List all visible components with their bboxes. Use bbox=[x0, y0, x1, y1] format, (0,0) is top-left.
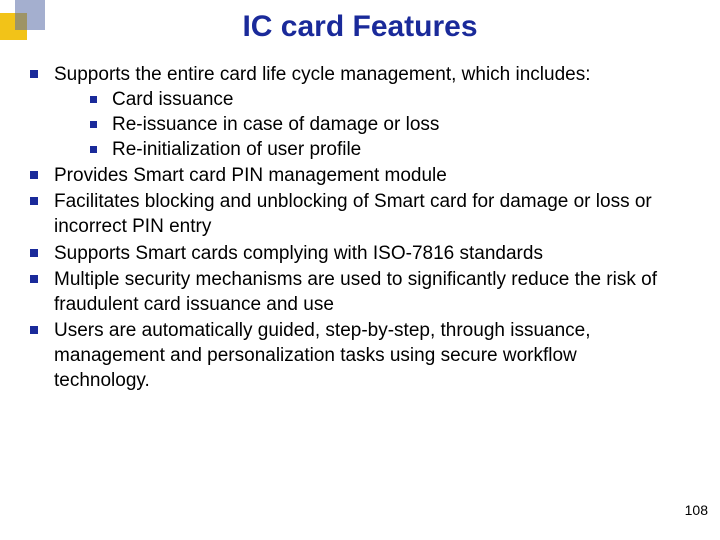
sub-bullet-list: Card issuance Re-issuance in case of dam… bbox=[54, 87, 666, 162]
list-item-text: Card issuance bbox=[112, 89, 233, 110]
list-item: Multiple security mechanisms are used to… bbox=[26, 267, 666, 317]
list-item: Facilitates blocking and unblocking of S… bbox=[26, 189, 666, 239]
list-item: Supports Smart cards complying with ISO-… bbox=[26, 241, 666, 266]
list-item: Re-issuance in case of damage or loss bbox=[86, 112, 666, 137]
bullet-list: Supports the entire card life cycle mana… bbox=[26, 62, 666, 393]
list-item-text: Multiple security mechanisms are used to… bbox=[54, 269, 657, 315]
list-item: Re-initialization of user profile bbox=[86, 137, 666, 162]
list-item-text: Provides Smart card PIN management modul… bbox=[54, 165, 447, 186]
list-item-text: Re-initialization of user profile bbox=[112, 139, 361, 160]
page-number: 108 bbox=[685, 502, 708, 518]
list-item-text: Supports the entire card life cycle mana… bbox=[54, 64, 591, 85]
list-item-text: Supports Smart cards complying with ISO-… bbox=[54, 243, 543, 264]
slide-body: Supports the entire card life cycle mana… bbox=[26, 62, 666, 394]
slide-title: IC card Features bbox=[0, 10, 720, 44]
list-item: Supports the entire card life cycle mana… bbox=[26, 62, 666, 162]
list-item: Provides Smart card PIN management modul… bbox=[26, 163, 666, 188]
list-item: Card issuance bbox=[86, 87, 666, 112]
list-item-text: Facilitates blocking and unblocking of S… bbox=[54, 191, 652, 237]
list-item-text: Users are automatically guided, step-by-… bbox=[54, 320, 591, 391]
list-item-text: Re-issuance in case of damage or loss bbox=[112, 114, 439, 135]
list-item: Users are automatically guided, step-by-… bbox=[26, 318, 666, 393]
